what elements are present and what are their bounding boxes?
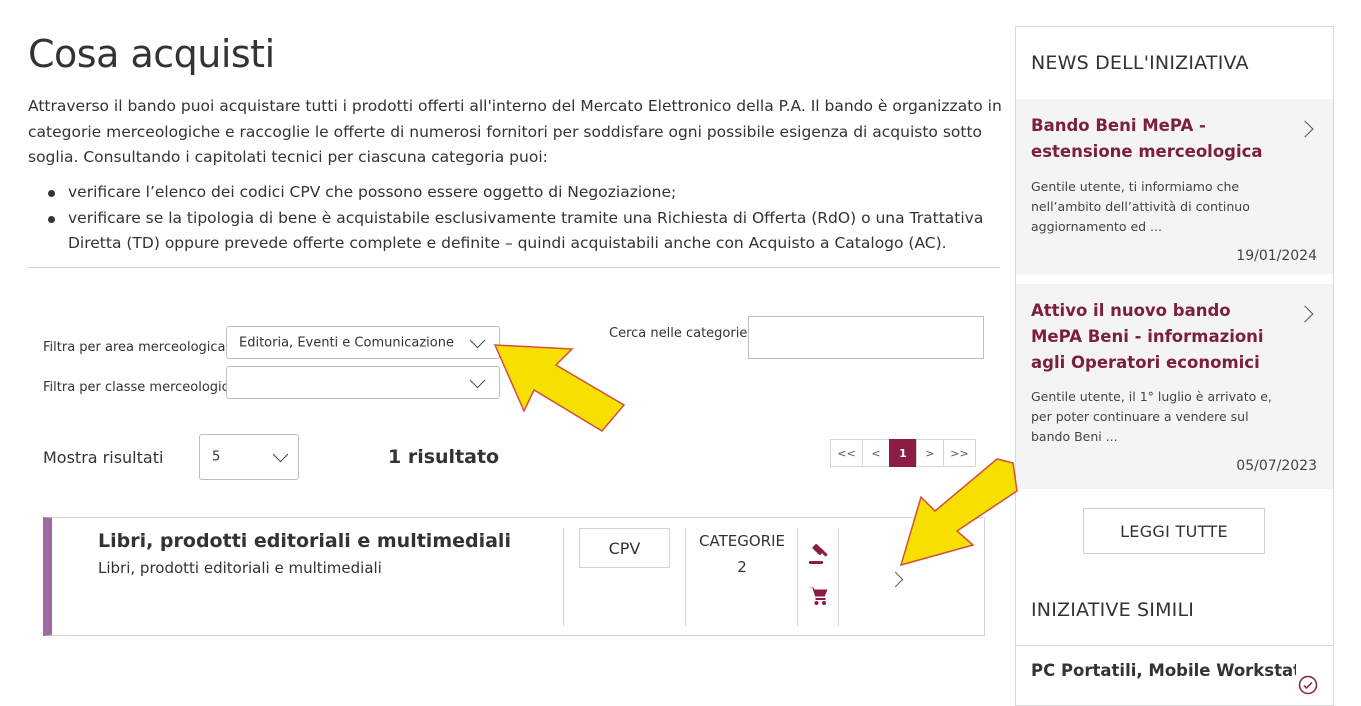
chevron-down-icon xyxy=(469,332,486,349)
intro-text: Attraverso il bando puoi acquistare tutt… xyxy=(28,97,1002,166)
chevron-right-icon[interactable] xyxy=(1296,120,1314,138)
chevron-right-icon[interactable] xyxy=(887,571,904,588)
news-item[interactable]: Attivo il nuovo bando MePA Beni - inform… xyxy=(1016,284,1333,489)
section-divider xyxy=(28,267,1000,268)
class-filter-select[interactable] xyxy=(226,366,500,399)
class-filter-label: Filtra per classe merceologica xyxy=(43,380,237,395)
results-per-page-value: 5 xyxy=(212,449,221,465)
pager-first-button[interactable]: << xyxy=(830,439,863,467)
news-date: 19/01/2024 xyxy=(1236,248,1317,264)
chevron-down-icon xyxy=(469,372,486,389)
annotation-arrow-icon xyxy=(493,344,626,432)
area-filter-label: Filtra per area merceologica xyxy=(43,340,226,355)
card-separator xyxy=(563,528,564,626)
categorie-count: 2 xyxy=(737,558,747,576)
news-text: Gentile utente, ti informiamo che nell’a… xyxy=(1031,179,1250,234)
bullet-item: verificare se la tipologia di bene è acq… xyxy=(28,206,1003,257)
search-categories-input[interactable] xyxy=(748,316,984,359)
check-circle-icon xyxy=(1298,675,1318,695)
area-filter-value: Editoria, Eventi e Comunicazione xyxy=(239,335,454,350)
news-title[interactable]: Attivo il nuovo bando MePA Beni - inform… xyxy=(1031,298,1276,376)
card-separator xyxy=(797,528,798,626)
result-card-title[interactable]: Libri, prodotti editoriali e multimedial… xyxy=(98,530,511,552)
shopping-cart-icon[interactable] xyxy=(807,584,831,608)
bullet-item: verificare l’elenco dei codici CPV che p… xyxy=(28,180,1003,206)
news-date: 05/07/2023 xyxy=(1236,458,1317,474)
chevron-down-icon xyxy=(272,446,289,463)
similar-heading: INIZIATIVE SIMILI xyxy=(1031,599,1195,621)
pager-prev-button[interactable]: < xyxy=(862,439,890,467)
read-all-button[interactable]: LEGGI TUTTE xyxy=(1083,508,1265,554)
gavel-icon[interactable] xyxy=(807,542,831,566)
result-card: Libri, prodotti editoriali e multimedial… xyxy=(43,517,985,636)
categorie-label: CATEGORIE xyxy=(699,532,785,550)
news-item[interactable]: Bando Beni MePA - estensione merceologic… xyxy=(1016,99,1333,274)
area-filter-select[interactable]: Editoria, Eventi e Comunicazione xyxy=(226,326,500,359)
show-results-label: Mostra risultati xyxy=(43,448,164,467)
news-title[interactable]: Bando Beni MePA - estensione merceologic… xyxy=(1031,113,1276,165)
sidebar-divider xyxy=(1016,645,1333,646)
chevron-right-icon[interactable] xyxy=(1296,305,1314,323)
info-bullet-list: verificare l’elenco dei codici CPV che p… xyxy=(28,180,1003,257)
card-separator xyxy=(838,528,839,626)
results-per-page-select[interactable]: 5 xyxy=(199,434,299,480)
news-heading: NEWS DELL'INIZIATIVA xyxy=(1031,52,1249,74)
card-separator xyxy=(685,528,686,626)
sidebar: NEWS DELL'INIZIATIVA Bando Beni MePA - e… xyxy=(1015,26,1334,706)
similar-initiative-title[interactable]: PC Portatili, Mobile Workstation e xyxy=(1031,661,1296,680)
annotation-arrow-icon xyxy=(899,458,1018,567)
cpv-button[interactable]: CPV xyxy=(579,528,670,568)
results-count: 1 risultato xyxy=(388,446,500,468)
news-text: Gentile utente, il 1° luglio è arrivato … xyxy=(1031,389,1272,444)
page-title: Cosa acquisti xyxy=(28,32,275,76)
result-card-subtitle: Libri, prodotti editoriali e multimedial… xyxy=(98,559,382,577)
